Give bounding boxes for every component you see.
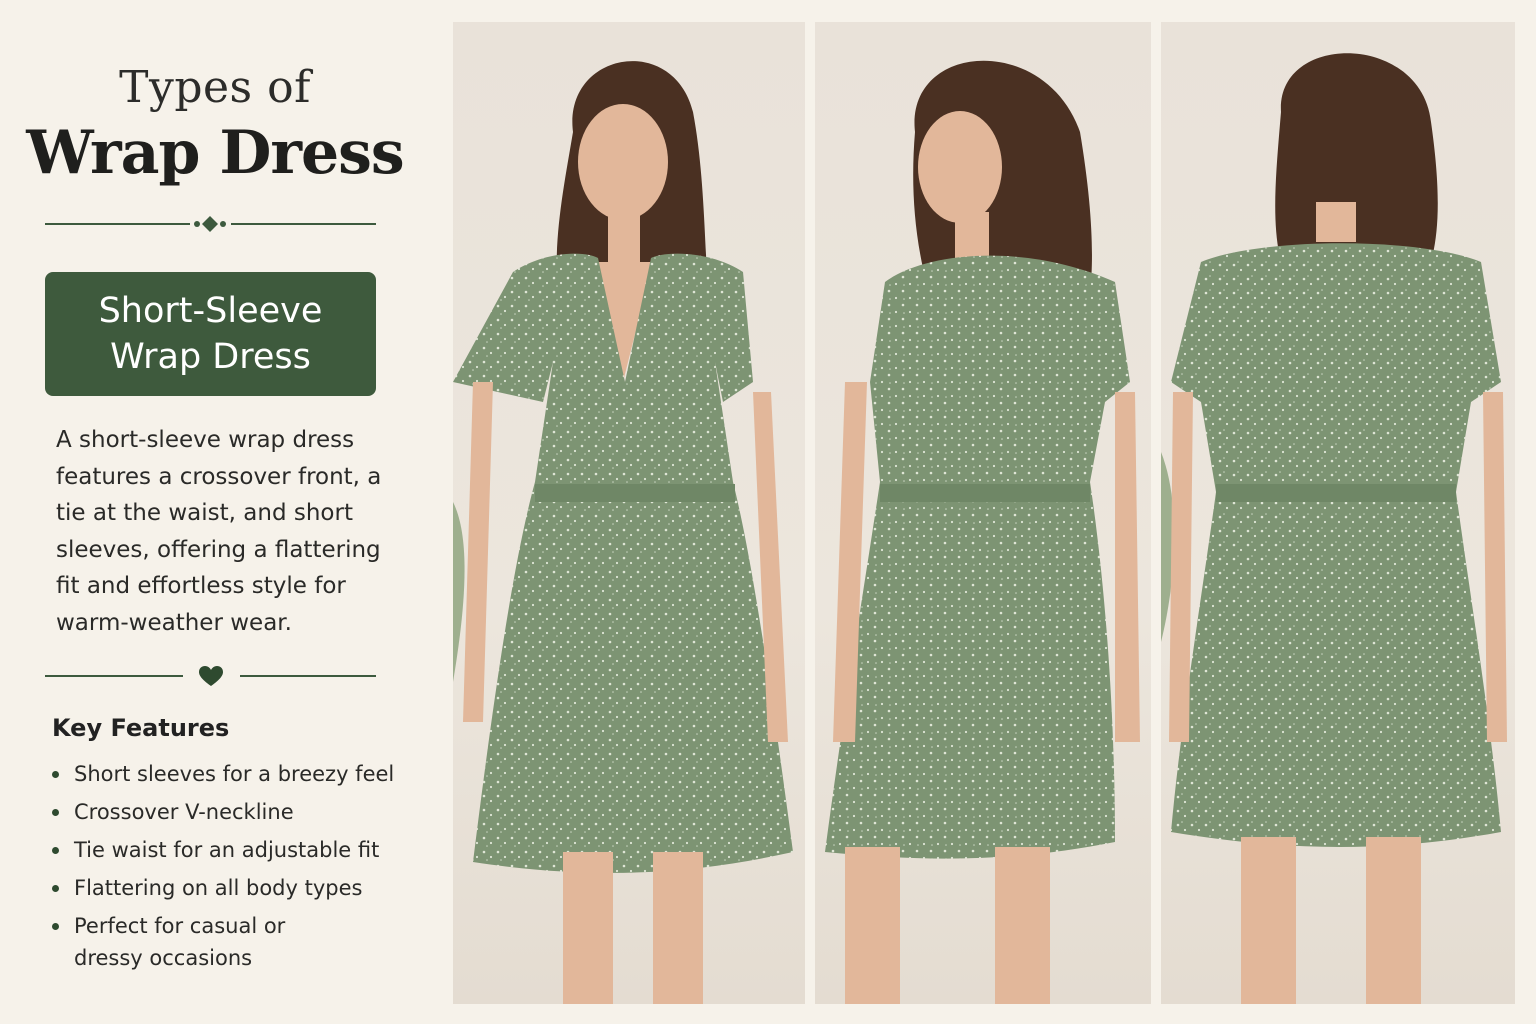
side-view-photo (815, 22, 1151, 1004)
bullet-icon (52, 923, 59, 930)
feature-text: Short sleeves for a breezy feel (74, 762, 395, 786)
key-features-title: Key Features (52, 714, 230, 742)
description-line: sleeves, offering a flattering (56, 536, 381, 563)
model-side-photo (825, 60, 1140, 1004)
model-back-photo (1161, 53, 1507, 1004)
list-item: Flattering on all body types (52, 872, 412, 904)
heart-divider (45, 666, 376, 686)
bullet-icon (52, 809, 59, 816)
list-item: Crossover V-neckline (52, 796, 412, 828)
bullet-icon (52, 885, 59, 892)
description-line: A short-sleeve wrap dress (56, 427, 355, 453)
description-line: tie at the waist, and short (56, 500, 353, 526)
badge-line-1: Short-Sleeve (98, 291, 323, 331)
feature-text: Perfect for casual or (74, 914, 286, 938)
bullet-icon (52, 771, 59, 778)
key-features-list: Short sleeves for a breezy feel Crossove… (52, 758, 412, 980)
list-item: Short sleeves for a breezy feel (52, 758, 412, 790)
list-item: Perfect for casual or dressy occasions (52, 910, 412, 974)
bullet-icon (52, 847, 59, 854)
diamond-divider (45, 214, 376, 234)
back-view-photo (1161, 22, 1515, 1004)
feature-text: Flattering on all body types (74, 876, 363, 900)
description: A short-sleeve wrap dress features a cro… (56, 422, 396, 641)
list-item: Tie waist for an adjustable fit (52, 834, 412, 866)
description-line: features a crossover front, a (56, 463, 382, 490)
feature-text: Crossover V-neckline (74, 800, 294, 824)
description-line: fit and effortless style for (56, 573, 346, 599)
badge-line-2: Wrap Dress (110, 337, 311, 377)
model-front-photo (453, 61, 793, 1004)
description-line: warm-weather wear. (56, 609, 292, 636)
heart-divider-icon (199, 666, 223, 686)
feature-text: Tie waist for an adjustable fit (74, 838, 380, 862)
dress-type-badge: Short-Sleeve Wrap Dress (45, 272, 376, 396)
front-view-photo (453, 22, 805, 1004)
title-line-2: Wrap Dress (26, 118, 404, 188)
diamond-divider-icon (194, 216, 226, 232)
info-panel: Types of Wrap Dress Short-Sleeve Wrap Dr… (0, 0, 430, 1024)
title-line-1: Types of (119, 62, 311, 113)
feature-text: dressy occasions (74, 946, 253, 970)
